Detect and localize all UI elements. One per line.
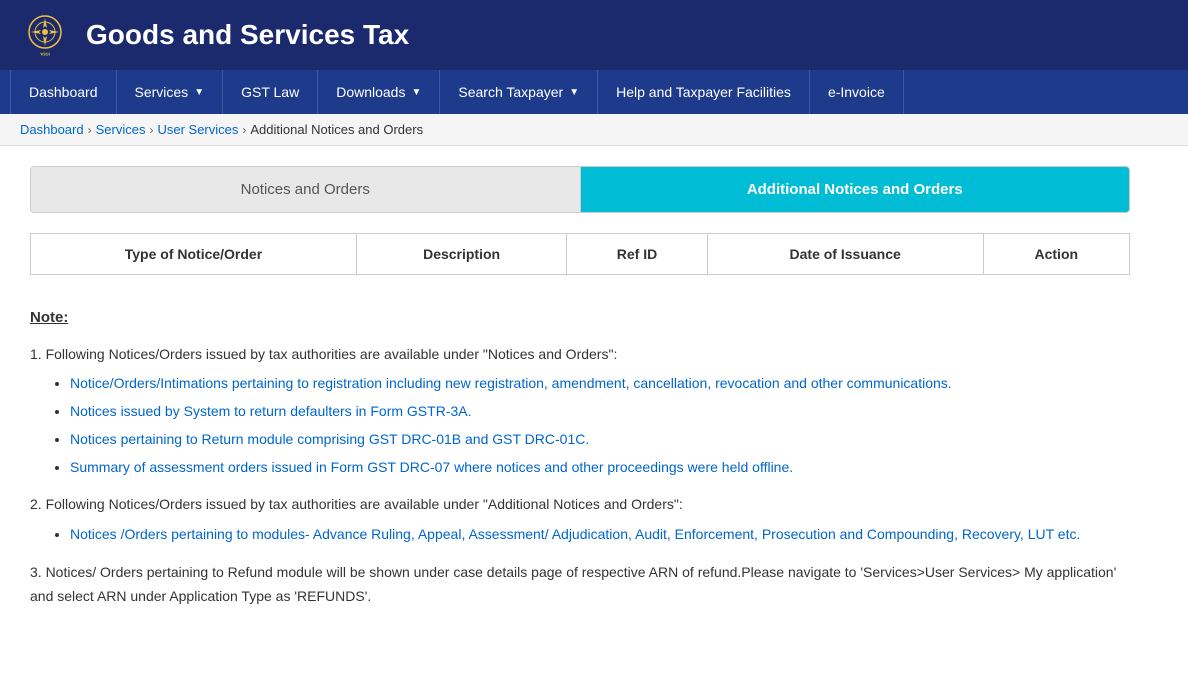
col-action: Action [983,234,1129,275]
tab-additional-notices-and-orders[interactable]: Additional Notices and Orders [581,167,1130,212]
nav-downloads[interactable]: Downloads ▼ [318,70,440,114]
header: भारत Goods and Services Tax [0,0,1188,70]
svg-text:भारत: भारत [40,52,50,58]
services-dropdown-icon: ▼ [194,87,204,98]
page-wrapper: भारत Goods and Services Tax Dashboard Se… [0,0,1188,689]
sub-list-item: Notices /Orders pertaining to modules- A… [70,523,1130,547]
emblem-icon: भारत [20,10,70,60]
sub-list-item: Summary of assessment orders issued in F… [70,456,1130,480]
nav-gst-law[interactable]: GST Law [223,70,318,114]
col-description: Description [356,234,566,275]
breadcrumb-dashboard[interactable]: Dashboard [20,122,84,137]
note-list: 1. Following Notices/Orders issued by ta… [30,343,1130,609]
breadcrumb-sep-2: › [149,123,153,137]
sub-list-item: Notices issued by System to return defau… [70,400,1130,424]
list-item-1: 1. Following Notices/Orders issued by ta… [30,343,1130,480]
breadcrumb: Dashboard › Services › User Services › A… [0,114,1188,146]
list-item-3: 3. Notices/ Orders pertaining to Refund … [30,561,1130,609]
sub-list-item: Notice/Orders/Intimations pertaining to … [70,372,1130,396]
breadcrumb-current: Additional Notices and Orders [250,122,423,137]
sub-list-item: Notices pertaining to Return module comp… [70,428,1130,452]
note-item-2-text: 2. Following Notices/Orders issued by ta… [30,496,683,512]
breadcrumb-sep-3: › [242,123,246,137]
navbar: Dashboard Services ▼ GST Law Downloads ▼… [0,70,1188,114]
col-type-of-notice: Type of Notice/Order [31,234,357,275]
tabs-container: Notices and Orders Additional Notices an… [30,166,1130,213]
main-content: Notices and Orders Additional Notices an… [0,146,1160,653]
nav-help[interactable]: Help and Taxpayer Facilities [598,70,810,114]
breadcrumb-sep-1: › [88,123,92,137]
col-date-of-issuance: Date of Issuance [707,234,983,275]
list-item-2: 2. Following Notices/Orders issued by ta… [30,493,1130,547]
tab-notices-and-orders[interactable]: Notices and Orders [31,167,581,212]
search-taxpayer-dropdown-icon: ▼ [569,87,579,98]
nav-search-taxpayer[interactable]: Search Taxpayer ▼ [440,70,598,114]
nav-services[interactable]: Services ▼ [117,70,224,114]
nav-e-invoice[interactable]: e-Invoice [810,70,904,114]
note-heading: Note: [30,305,1130,331]
note-section: Note: 1. Following Notices/Orders issued… [30,295,1130,633]
site-title: Goods and Services Tax [86,19,409,51]
sub-list-2: Notices /Orders pertaining to modules- A… [30,523,1130,547]
col-ref-id: Ref ID [567,234,707,275]
notice-table: Type of Notice/Order Description Ref ID … [30,233,1130,275]
note-item-1-text: 1. Following Notices/Orders issued by ta… [30,346,617,362]
table-header-row: Type of Notice/Order Description Ref ID … [31,234,1130,275]
downloads-dropdown-icon: ▼ [411,87,421,98]
sub-list-1: Notice/Orders/Intimations pertaining to … [30,372,1130,479]
breadcrumb-services[interactable]: Services [96,122,146,137]
note-item-3-text: 3. Notices/ Orders pertaining to Refund … [30,564,1116,604]
nav-dashboard[interactable]: Dashboard [10,70,117,114]
breadcrumb-user-services[interactable]: User Services [157,122,238,137]
